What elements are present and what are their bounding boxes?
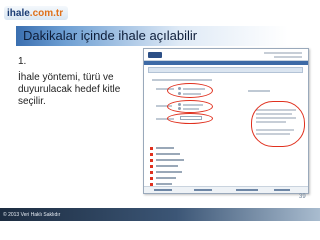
screenshot-form-label bbox=[152, 79, 212, 81]
logo-text-primary: ihale bbox=[7, 7, 30, 19]
menu-item bbox=[150, 152, 180, 156]
highlight-oval-type bbox=[167, 100, 213, 113]
menu-text bbox=[156, 153, 180, 155]
ihale-logo: ihale .com.tr bbox=[4, 6, 69, 20]
menu-text bbox=[156, 183, 172, 185]
screenshot-header bbox=[144, 49, 308, 61]
menu-item bbox=[150, 170, 182, 174]
page-number: 39 bbox=[299, 194, 306, 200]
menu-bullet bbox=[150, 158, 153, 162]
menu-text bbox=[156, 159, 184, 161]
footer-link bbox=[194, 189, 212, 191]
menu-bullet bbox=[150, 152, 153, 156]
menu-bullet bbox=[150, 176, 153, 180]
side-info-label bbox=[248, 90, 270, 92]
menu-bullet bbox=[150, 164, 153, 168]
footer-link bbox=[154, 189, 172, 191]
screenshot-logo bbox=[148, 52, 162, 58]
step-number: 1. bbox=[18, 56, 27, 67]
menu-text bbox=[156, 147, 174, 149]
menu-item bbox=[150, 164, 178, 168]
menu-bullet bbox=[150, 170, 153, 174]
screenshot-section-header bbox=[148, 67, 303, 73]
menu-bullet bbox=[150, 146, 153, 150]
highlight-oval-method bbox=[167, 83, 213, 98]
menu-text bbox=[156, 177, 176, 179]
website-screenshot bbox=[143, 48, 309, 194]
screenshot-header-links bbox=[264, 52, 302, 54]
menu-text bbox=[156, 171, 182, 173]
screenshot-header-links-2 bbox=[274, 56, 302, 58]
menu-text bbox=[156, 165, 178, 167]
menu-item bbox=[150, 146, 174, 150]
screenshot-nav-bar bbox=[144, 61, 308, 65]
highlight-oval-info bbox=[251, 101, 305, 147]
footer-copyright: © 2013 Veri Haklı Saklıdır bbox=[3, 212, 61, 218]
slide-title: Dakikalar içinde ihale açılabilir bbox=[23, 28, 198, 43]
step-description: İhale yöntemi, türü ve duyurulacak hedef… bbox=[18, 72, 121, 107]
highlight-oval-target bbox=[167, 113, 213, 124]
footer-link bbox=[274, 189, 290, 191]
menu-item bbox=[150, 176, 176, 180]
footer-link bbox=[236, 189, 258, 191]
screenshot-footer bbox=[144, 186, 308, 193]
logo-text-domain: .com.tr bbox=[29, 7, 64, 19]
menu-item bbox=[150, 158, 184, 162]
